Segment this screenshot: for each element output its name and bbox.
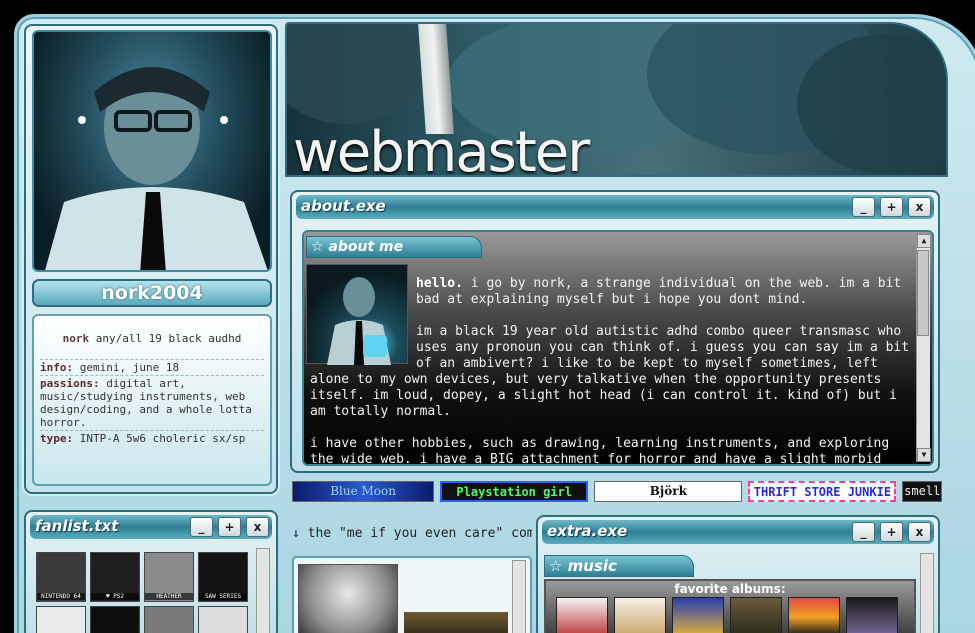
about-window-title: about.exe [301,197,386,215]
fan-item[interactable] [198,606,248,633]
marquee-text: ↓ the "me if you even care" comp [292,526,532,541]
favorite-albums-title: favorite albums: [674,582,786,596]
fan-item[interactable]: NINTENDO 64 [36,552,86,602]
fan-item[interactable]: ♥ PS2 [90,552,140,602]
maximize-button[interactable]: + [218,517,241,537]
about-text: hello. i go by nork, a strange individua… [310,276,914,466]
profile-avatar [32,30,272,272]
about-photo-spacer [306,264,410,362]
blinkie-smell[interactable]: smell [902,481,942,502]
about-window-controls: _ + x [852,197,931,217]
scroll-thumb[interactable] [917,250,929,336]
minimize-button[interactable]: _ [852,522,875,542]
maximize-button[interactable]: + [880,197,903,217]
type-label: type: [40,432,74,445]
extra-scrollbar[interactable] [920,553,934,633]
close-button[interactable]: x [246,517,269,537]
blinkie-playstation[interactable]: Playstation girl [440,481,589,502]
album-cover[interactable] [846,597,898,633]
about-window: about.exe _ + x ☆ about me hello. i go b… [290,190,940,473]
type-value: INTP-A 5w6 choleric sx/sp [79,432,246,445]
fan-item-label: ♥ PS2 [91,593,139,600]
extra-window-titlebar[interactable]: extra.exe _ + x [542,520,934,544]
about-me-tab-label: about me [328,239,404,255]
profile-info-box: nork any/all 19 black audhd info: gemini… [32,314,272,486]
passions-row: passions: digital art, music/studying in… [40,375,264,430]
maximize-button[interactable]: + [880,522,903,542]
extra-window: extra.exe _ + x ☆ music favorite albums: [536,515,940,633]
music-tab-label: music [567,557,617,575]
about-paragraph-3: i have other hobbies, such as drawing, l… [310,436,890,466]
fanlist-title: fanlist.txt [35,517,119,535]
album-cover[interactable] [672,597,724,633]
album-cover[interactable] [556,597,608,633]
fanlist-scrollbar[interactable] [256,548,270,633]
star-icon: ☆ [549,557,568,575]
fan-item[interactable]: HEATHER [144,552,194,602]
about-content-area: ☆ about me hello. i go by nork, a strang… [302,230,934,466]
album-cover[interactable] [614,597,666,633]
info-value: gemini, june 18 [79,361,180,374]
avatar-figure [45,67,268,270]
about-hello: hello. [416,276,463,291]
fanlist-window: fanlist.txt _ + x NINTENDO 64 ♥ PS2 HEAT… [24,510,278,633]
scroll-down-arrow-icon[interactable]: ▼ [917,448,931,462]
passions-label: passions: [40,377,100,390]
info-label: info: [40,361,74,374]
fanlist-grid: NINTENDO 64 ♥ PS2 HEATHER SAW SERIES [36,552,251,633]
header-banner: webmaster [285,22,948,177]
extra-window-title: extra.exe [547,522,628,540]
fanlist-controls: _ + x [190,517,269,537]
fanlist-titlebar[interactable]: fanlist.txt _ + x [30,515,272,539]
about-paragraph-1: hello. i go by nork, a strange individua… [310,276,914,308]
album-cover[interactable] [788,597,840,633]
fan-item-label: HEATHER [145,593,193,600]
about-me-tab[interactable]: ☆ about me [306,236,482,258]
fan-item-label: SAW SERIES [199,593,247,600]
tagline-name: nork [62,332,90,345]
close-button[interactable]: x [908,522,931,542]
type-row: type: INTP-A 5w6 choleric sx/sp [40,430,264,446]
header-title: webmaster [293,120,590,177]
favorite-albums-box: favorite albums: [544,579,916,633]
profile-panel: nork2004 nork any/all 19 black audhd inf… [24,24,278,494]
tagline-rest: any/all 19 black audhd [95,332,242,345]
blinkies-row: Blue Moon Playstation girl Björk THRIFT … [292,481,942,503]
fan-item-label: NINTENDO 64 [37,593,85,600]
scroll-up-arrow-icon[interactable]: ▲ [917,234,931,248]
fan-item[interactable] [144,606,194,633]
fan-item[interactable] [36,606,86,633]
thumbnail-box [292,556,532,633]
thumbnail-image[interactable] [404,612,508,633]
info-row: info: gemini, june 18 [40,359,264,375]
extra-window-controls: _ + x [852,522,931,542]
thumbnail-scrollbar[interactable] [512,560,526,633]
music-tab[interactable]: ☆ music [544,555,694,577]
blinkie-thrift[interactable]: THRIFT STORE JUNKIE [748,481,897,502]
close-button[interactable]: x [908,197,931,217]
minimize-button[interactable]: _ [190,517,213,537]
minimize-button[interactable]: _ [852,197,875,217]
star-icon: ☆ [311,239,329,255]
about-p1: i go by nork, a strange individual on th… [416,276,902,307]
album-cover[interactable] [730,597,782,633]
profile-tagline: nork any/all 19 black audhd [40,332,264,345]
thumbnail-image[interactable] [298,564,398,633]
album-row [546,597,914,633]
about-window-titlebar[interactable]: about.exe _ + x [296,195,934,219]
username-plate: nork2004 [32,279,272,307]
fan-item[interactable]: SAW SERIES [198,552,248,602]
blinkie-bjork[interactable]: Björk [594,481,743,502]
blinkie-blue-moon[interactable]: Blue Moon [292,481,435,502]
fan-item[interactable] [90,606,140,633]
about-scrollbar[interactable]: ▲ ▼ [916,234,931,462]
